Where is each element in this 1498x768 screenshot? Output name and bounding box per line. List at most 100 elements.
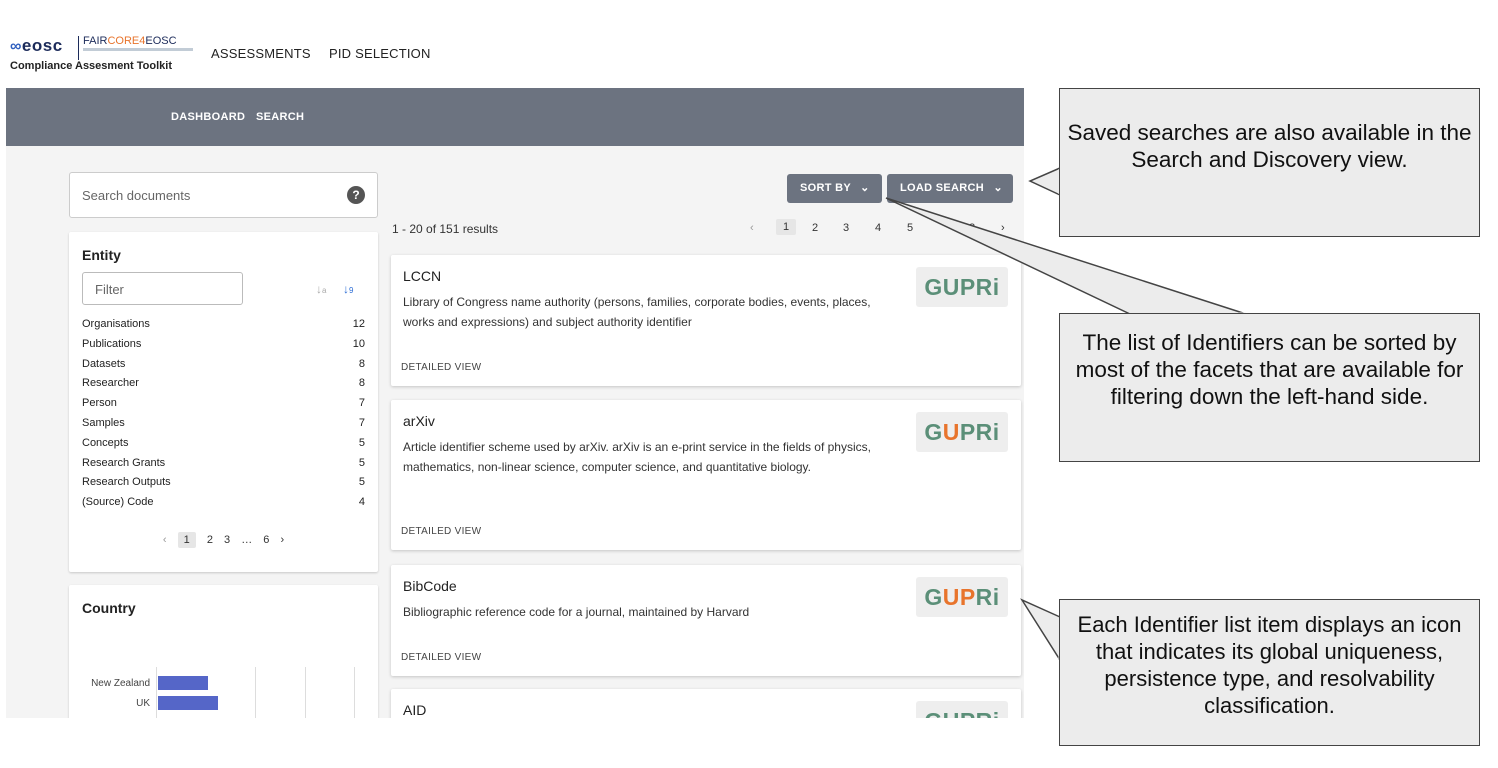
facet-item-count: 8 [358,357,365,370]
country-label-uk: UK [136,698,150,709]
nav-assessments[interactable]: ASSESSMENTS [211,46,311,61]
app-header: ∞eosc FAIRCORE4EOSC Compliance Assesment… [0,0,1030,84]
gupri-letter: i [992,419,1000,445]
result-title[interactable]: BibCode [403,578,457,594]
facet-item[interactable]: (Source) Code 4 [82,496,365,516]
facet-page-1[interactable]: 1 [177,532,196,548]
facet-page-2[interactable]: 2 [207,534,213,546]
facet-item[interactable]: Samples 7 [82,417,365,437]
gupri-letter: i [992,274,1000,300]
facet-item[interactable]: Person 7 [82,397,365,417]
result-card: AID GUPRi [391,689,1021,718]
facet-item-count: 5 [358,456,365,469]
country-facet: Country New Zealand UK [69,585,378,718]
gupri-letter: G [924,584,943,610]
callout-pointer-saved [1028,166,1061,197]
logo-eosc: ∞eosc [10,36,63,55]
chart-gridline [305,667,306,718]
logo-divider [78,36,79,60]
filter-placeholder: Filter [95,282,124,297]
result-title[interactable]: arXiv [403,413,435,429]
search-placeholder: Search documents [82,188,191,203]
gupri-letter: P [959,584,976,610]
logo-faircore4eosc: FAIRCORE4EOSC [83,35,177,47]
result-title[interactable]: LCCN [403,268,441,284]
gupri-badge-icon: GUPRi [916,267,1008,307]
facet-item-count: 10 [352,337,365,350]
help-icon[interactable]: ? [347,186,365,204]
facet-item[interactable]: Publications 10 [82,338,365,358]
page-3[interactable]: 3 [843,222,849,234]
entity-facet: Entity Filter ↓a ↓9 Organisations 12 Publ… [69,232,378,572]
country-bar-new-zealand[interactable] [158,676,208,690]
gupri-letter: R [975,584,993,610]
sort-alpha-icon[interactable]: ↓a [316,282,326,296]
result-description: Bibliographic reference code for a journ… [403,605,750,619]
secondary-nav-bar: DASHBOARD SEARCH [6,88,1024,146]
facet-item[interactable]: Researcher 8 [82,377,365,397]
detailed-view-link[interactable]: DETAILED VIEW [401,526,481,537]
result-description: Article identifier scheme used by arXiv.… [403,440,871,474]
gupri-letter: U [942,584,960,610]
gupri-badge-icon: GUPRi [916,577,1008,617]
facet-item-count: 4 [358,496,365,509]
page-4[interactable]: 4 [875,222,881,234]
facet-title-country: Country [82,600,136,616]
result-title[interactable]: AID [403,702,426,718]
gupri-letter: G [924,274,943,300]
page-next[interactable]: › [1001,222,1005,234]
page-prev[interactable]: ‹ [750,222,754,234]
facet-item[interactable]: Datasets 8 [82,358,365,378]
page-2[interactable]: 2 [812,222,818,234]
facet-page-prev[interactable]: ‹ [163,534,167,546]
chart-gridline [354,667,355,718]
sort-count-icon[interactable]: ↓9 [343,282,353,296]
chevron-down-icon: ⌄ [860,182,870,194]
facet-item-label: Organisations [82,318,150,330]
facet-item-count: 5 [358,476,365,489]
facet-item[interactable]: Organisations 12 [82,318,365,338]
facet-page-3[interactable]: 3 [224,534,230,546]
callout-text: Saved searches are also available in the… [1067,120,1472,172]
gupri-letter: R [975,274,993,300]
page-8[interactable]: 8 [969,222,975,234]
facet-item-label: Researcher [82,377,139,390]
load-search-button[interactable]: LOAD SEARCH ⌄ [887,174,1013,203]
result-card: BibCode Bibliographic reference code for… [391,565,1021,676]
facet-item-count: 8 [358,377,365,390]
facet-item[interactable]: Concepts 5 [82,437,365,457]
logo[interactable]: ∞eosc FAIRCORE4EOSC Compliance Assesment… [10,35,193,76]
app-subtitle: Compliance Assesment Toolkit [10,60,172,72]
callout-text: Each Identifier list item displays an ic… [1077,612,1462,718]
gupri-letter: U [943,708,960,718]
detailed-view-link[interactable]: DETAILED VIEW [401,652,481,663]
entity-filter-input[interactable]: Filter [82,272,243,305]
facet-pagination: ‹ 1 2 3 … 6 › [69,532,378,548]
callout-pointer-icon [1020,598,1061,663]
result-description: Library of Congress name authority (pers… [403,295,871,329]
gupri-letter: G [924,419,943,445]
facet-page-next[interactable]: › [280,534,284,546]
gupri-badge-icon: GUPRi [916,701,1008,718]
sort-by-button[interactable]: SORT BY ⌄ [787,174,882,203]
nav-pid-selection[interactable]: PID SELECTION [329,46,431,61]
facet-item[interactable]: Research Grants 5 [82,457,365,477]
tab-dashboard[interactable]: DASHBOARD [171,111,245,123]
facet-item-label: Samples [82,416,125,429]
facet-item-count: 7 [358,397,365,410]
facet-page-6[interactable]: 6 [263,534,269,546]
facet-item-label: Person [82,397,117,410]
country-bar-uk[interactable] [158,696,218,710]
facet-page-ellipsis: … [241,534,253,546]
detailed-view-link[interactable]: DETAILED VIEW [401,362,481,373]
callout-sorting: The list of Identifiers can be sorted by… [1059,313,1480,462]
gupri-badge-icon: GUPRi [916,412,1008,452]
logo-tagline-line [83,48,193,51]
facet-item[interactable]: Research Outputs 5 [82,476,365,496]
facet-item-label: Publications [82,337,142,350]
search-input[interactable]: Search documents ? [69,172,378,218]
page-1[interactable]: 1 [776,219,797,235]
chevron-down-icon: ⌄ [993,182,1003,194]
page-5[interactable]: 5 [907,222,913,234]
tab-search[interactable]: SEARCH [256,111,304,123]
